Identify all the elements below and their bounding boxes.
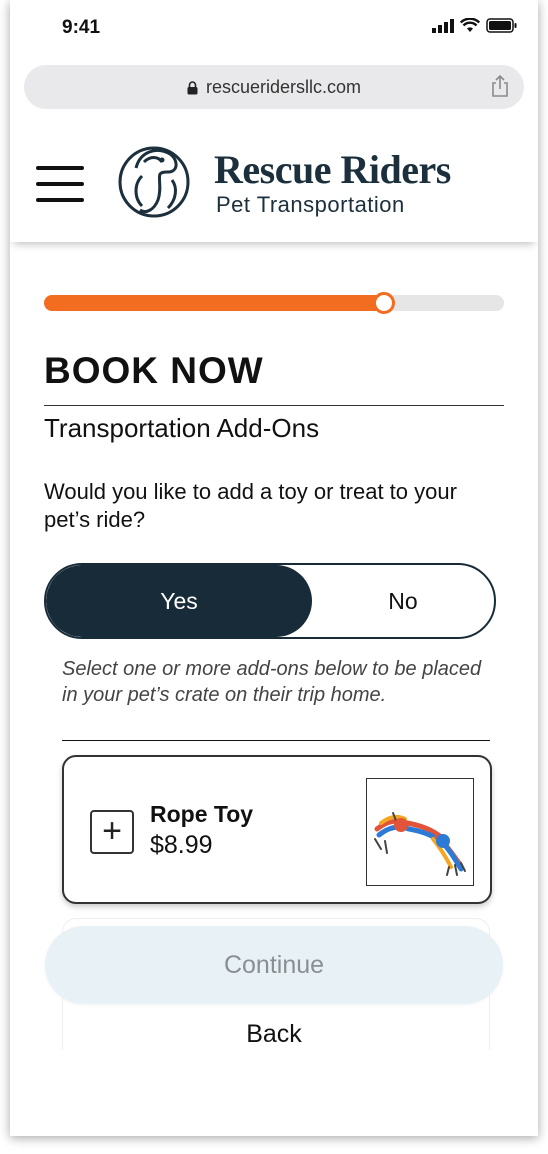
progress-knob: [373, 292, 396, 314]
progress-fill: [44, 295, 385, 311]
status-time: 9:41: [62, 17, 101, 38]
hamburger-menu-icon[interactable]: [36, 166, 84, 204]
progress-bar: [44, 292, 504, 314]
add-addon-button[interactable]: +: [90, 810, 134, 854]
bottom-fade: [10, 1050, 538, 1136]
yes-no-toggle: Yes No: [44, 563, 496, 639]
brand-tagline: Pet Transportation: [216, 192, 405, 217]
site-header: Rescue Riders Pet Transportation: [10, 118, 538, 242]
signal-icon: [432, 18, 454, 33]
battery-icon: [486, 18, 517, 33]
phone-screen: 9:41 rescueridersllc.com Rescue Riders P…: [10, 0, 538, 1136]
brand-name[interactable]: Rescue Riders: [214, 146, 451, 193]
addon-hint: Select one or more add-ons below to be p…: [62, 658, 482, 706]
wifi-icon: [460, 18, 480, 32]
status-bar: 9:41: [10, 0, 538, 56]
addon-name: Rope Toy: [150, 801, 254, 827]
url-container: rescueridersllc.com: [24, 77, 524, 98]
page-title: BOOK NOW: [44, 350, 264, 391]
toggle-yes-button[interactable]: Yes: [46, 565, 312, 637]
addon-card-rope-toy[interactable]: + Rope Toy $8.99: [62, 755, 492, 904]
lock-icon: [187, 81, 198, 95]
status-icons: [432, 18, 518, 33]
rescue-riders-logo-icon[interactable]: [114, 140, 194, 220]
back-link[interactable]: Back: [10, 1020, 538, 1049]
rope-toy-image: [366, 778, 474, 886]
continue-button[interactable]: Continue: [45, 926, 503, 1004]
section-title: Transportation Add-Ons: [44, 413, 320, 443]
share-icon[interactable]: [490, 74, 510, 98]
hint-divider: [62, 740, 490, 741]
addon-question: Would you like to add a toy or treat to …: [44, 479, 457, 532]
address-bar[interactable]: rescueridersllc.com: [24, 65, 524, 109]
addon-price: $8.99: [150, 831, 213, 859]
toggle-no-button[interactable]: No: [312, 565, 494, 637]
url-text: rescueridersllc.com: [205, 77, 362, 97]
title-divider: [44, 405, 504, 406]
